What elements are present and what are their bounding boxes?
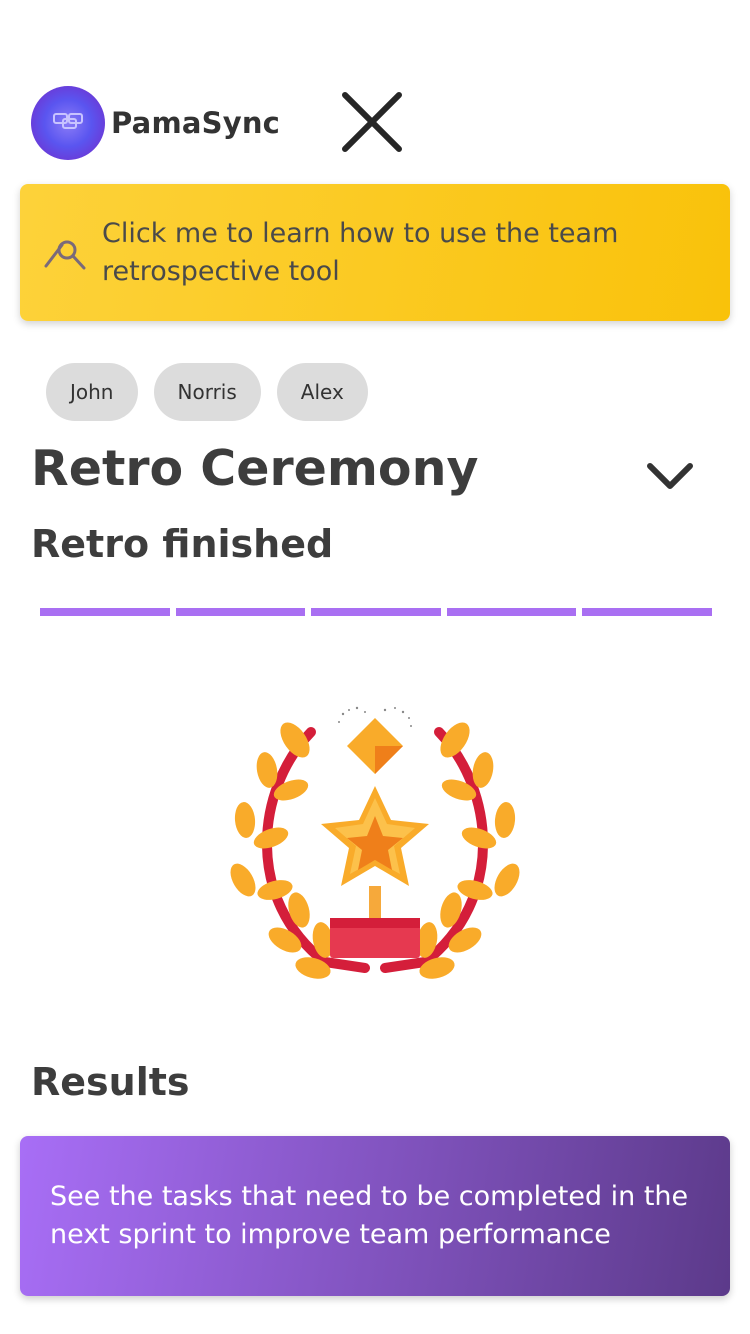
- results-heading: Results: [31, 1060, 190, 1104]
- participant-chip[interactable]: Norris: [153, 363, 261, 421]
- results-card-text: See the tasks that need to be completed …: [50, 1181, 689, 1250]
- tutorial-banner[interactable]: Click me to learn how to use the team re…: [20, 184, 730, 321]
- close-button[interactable]: [340, 90, 404, 154]
- participant-chip[interactable]: Alex: [276, 363, 368, 421]
- ceremony-status: Retro finished: [31, 522, 334, 566]
- app-name: PamaSync: [111, 106, 281, 140]
- results-card[interactable]: See the tasks that need to be completed …: [20, 1136, 730, 1296]
- pamasync-logo-icon: [31, 86, 105, 160]
- progress-segment: [311, 608, 441, 616]
- trophy-laurel-illustration: [215, 700, 535, 990]
- progress-segment: [40, 608, 170, 616]
- progress-segment: [582, 608, 712, 616]
- progress-segment: [446, 608, 577, 616]
- tutorial-pointer-icon: [40, 230, 90, 280]
- participant-chip[interactable]: John: [46, 363, 138, 421]
- expand-toggle[interactable]: [640, 456, 700, 500]
- tutorial-banner-text: Click me to learn how to use the team re…: [102, 217, 619, 287]
- close-icon: [342, 92, 402, 152]
- step-progress: [40, 608, 712, 616]
- participant-list: John Norris Alex: [46, 363, 368, 421]
- chevron-down-icon: [647, 463, 693, 489]
- ceremony-title: Retro Ceremony: [31, 440, 479, 497]
- app-header: PamaSync: [31, 86, 280, 160]
- progress-segment: [175, 608, 306, 616]
